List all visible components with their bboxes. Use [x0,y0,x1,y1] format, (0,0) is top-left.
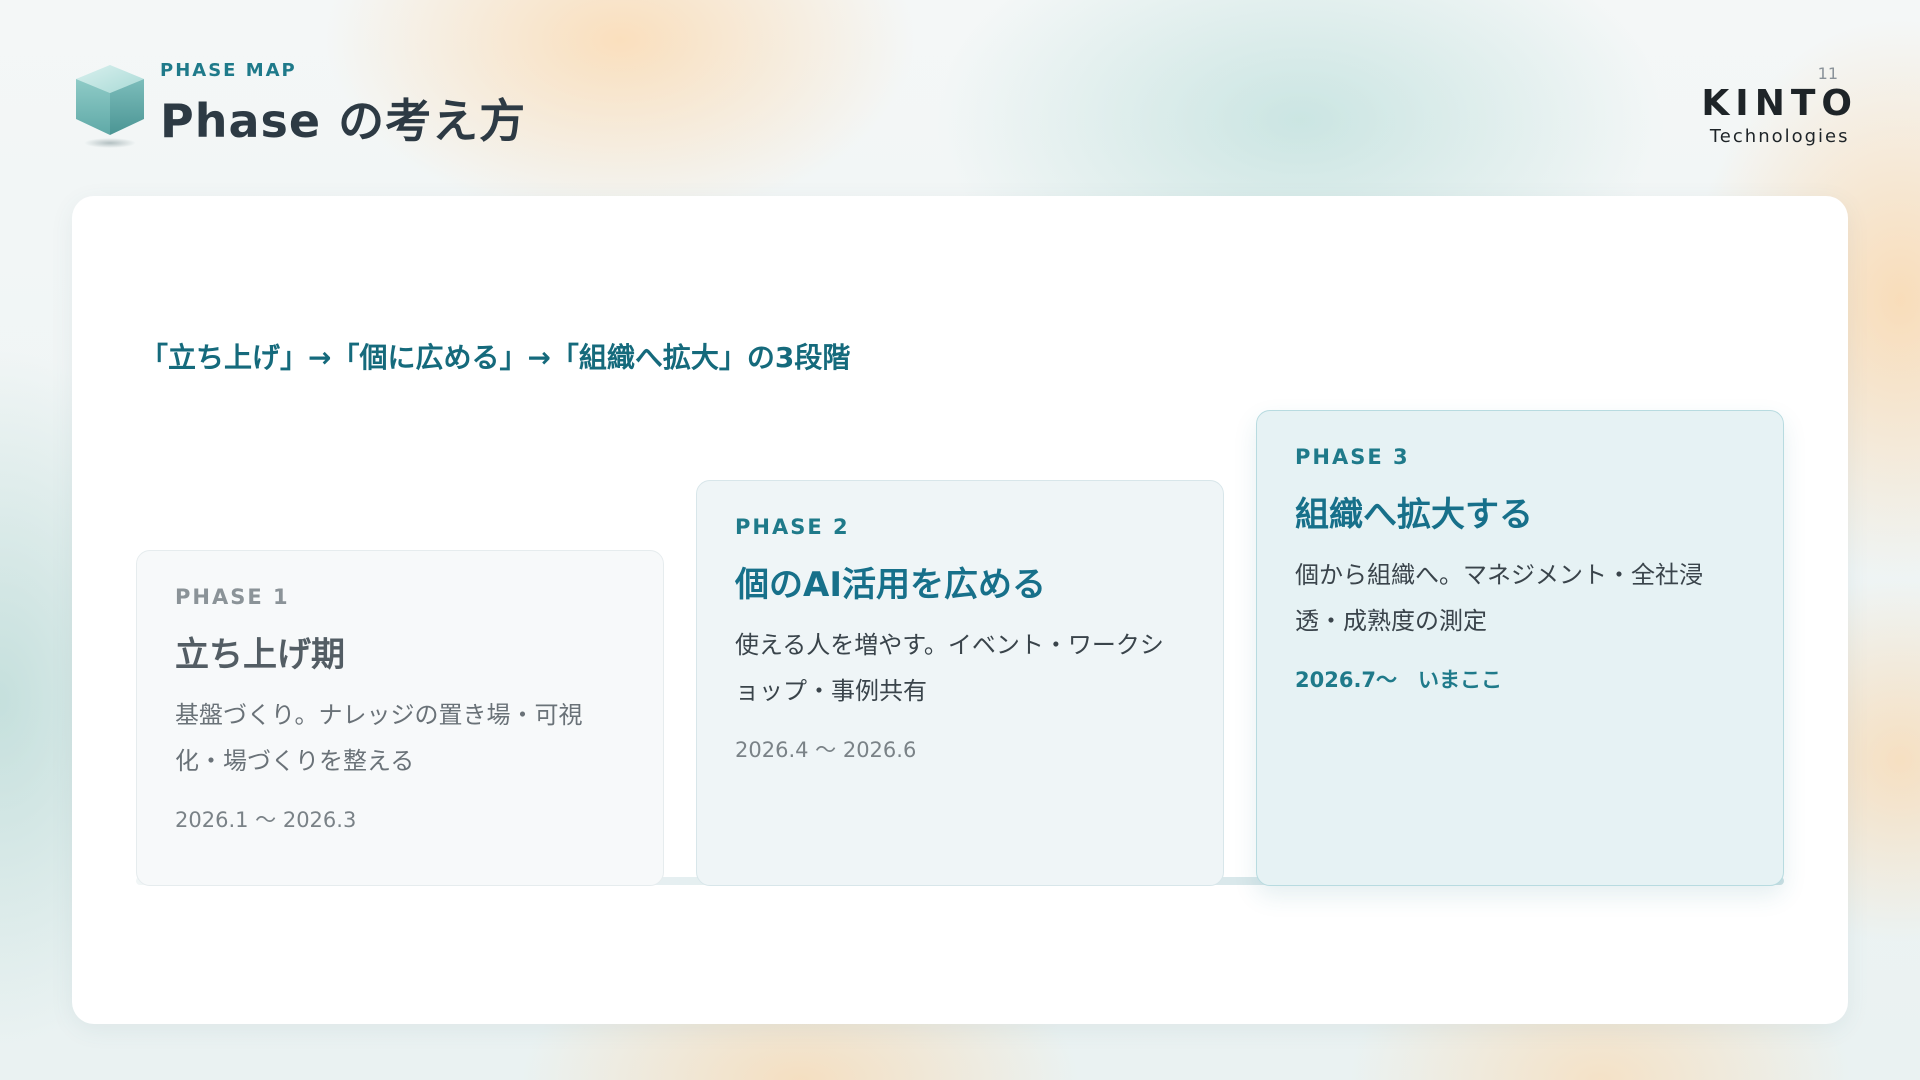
logo-wordmark: KINTO [1701,83,1858,124]
phase-period: 2026.1 〜 2026.3 [175,808,357,832]
cube-icon [70,61,150,151]
logo-subtext: Technologies [1709,126,1850,147]
company-logo: KINTO Technologies [1701,83,1858,148]
phase-title: 個のAI活用を広める [735,565,1046,605]
header-text: PHASE MAP Phase の考え方 [160,60,526,151]
slide-header: PHASE MAP Phase の考え方 [70,60,526,151]
phase-description: 個から組織へ。マネジメント・全社浸透・成熟度の測定 [1295,561,1703,635]
content-panel: 「立ち上げ」→「個に広める」→「組織へ拡大」の3段階 PHASE 1 立ち上げ期… [72,196,1848,1024]
section-eyebrow: PHASE MAP [160,60,297,81]
phase-period: 2026.4 〜 2026.6 [735,738,917,762]
phase-label: PHASE 3 [1295,445,1410,469]
phase-card-2: PHASE 2 個のAI活用を広める 使える人を増やす。イベント・ワークショップ… [696,480,1224,886]
phase-description: 基盤づくり。ナレッジの置き場・可視化・場づくりを整える [175,701,583,775]
lead-statement: 「立ち上げ」→「個に広める」→「組織へ拡大」の3段階 [140,341,851,374]
page-number: 11 [1817,64,1838,83]
phase-title: 立ち上げ期 [175,635,345,675]
page-title: Phase の考え方 [160,94,527,148]
phase-label: PHASE 1 [175,585,290,609]
phase-period-current: 2026.7〜 いまここ [1295,668,1503,692]
phase-card-1: PHASE 1 立ち上げ期 基盤づくり。ナレッジの置き場・可視化・場づくりを整え… [136,550,664,886]
phase-title: 組織へ拡大する [1295,495,1533,535]
phase-description: 使える人を増やす。イベント・ワークショップ・事例共有 [735,631,1164,705]
phase-label: PHASE 2 [735,515,850,539]
phase-card-3-current: PHASE 3 組織へ拡大する 個から組織へ。マネジメント・全社浸透・成熟度の測… [1256,410,1784,886]
